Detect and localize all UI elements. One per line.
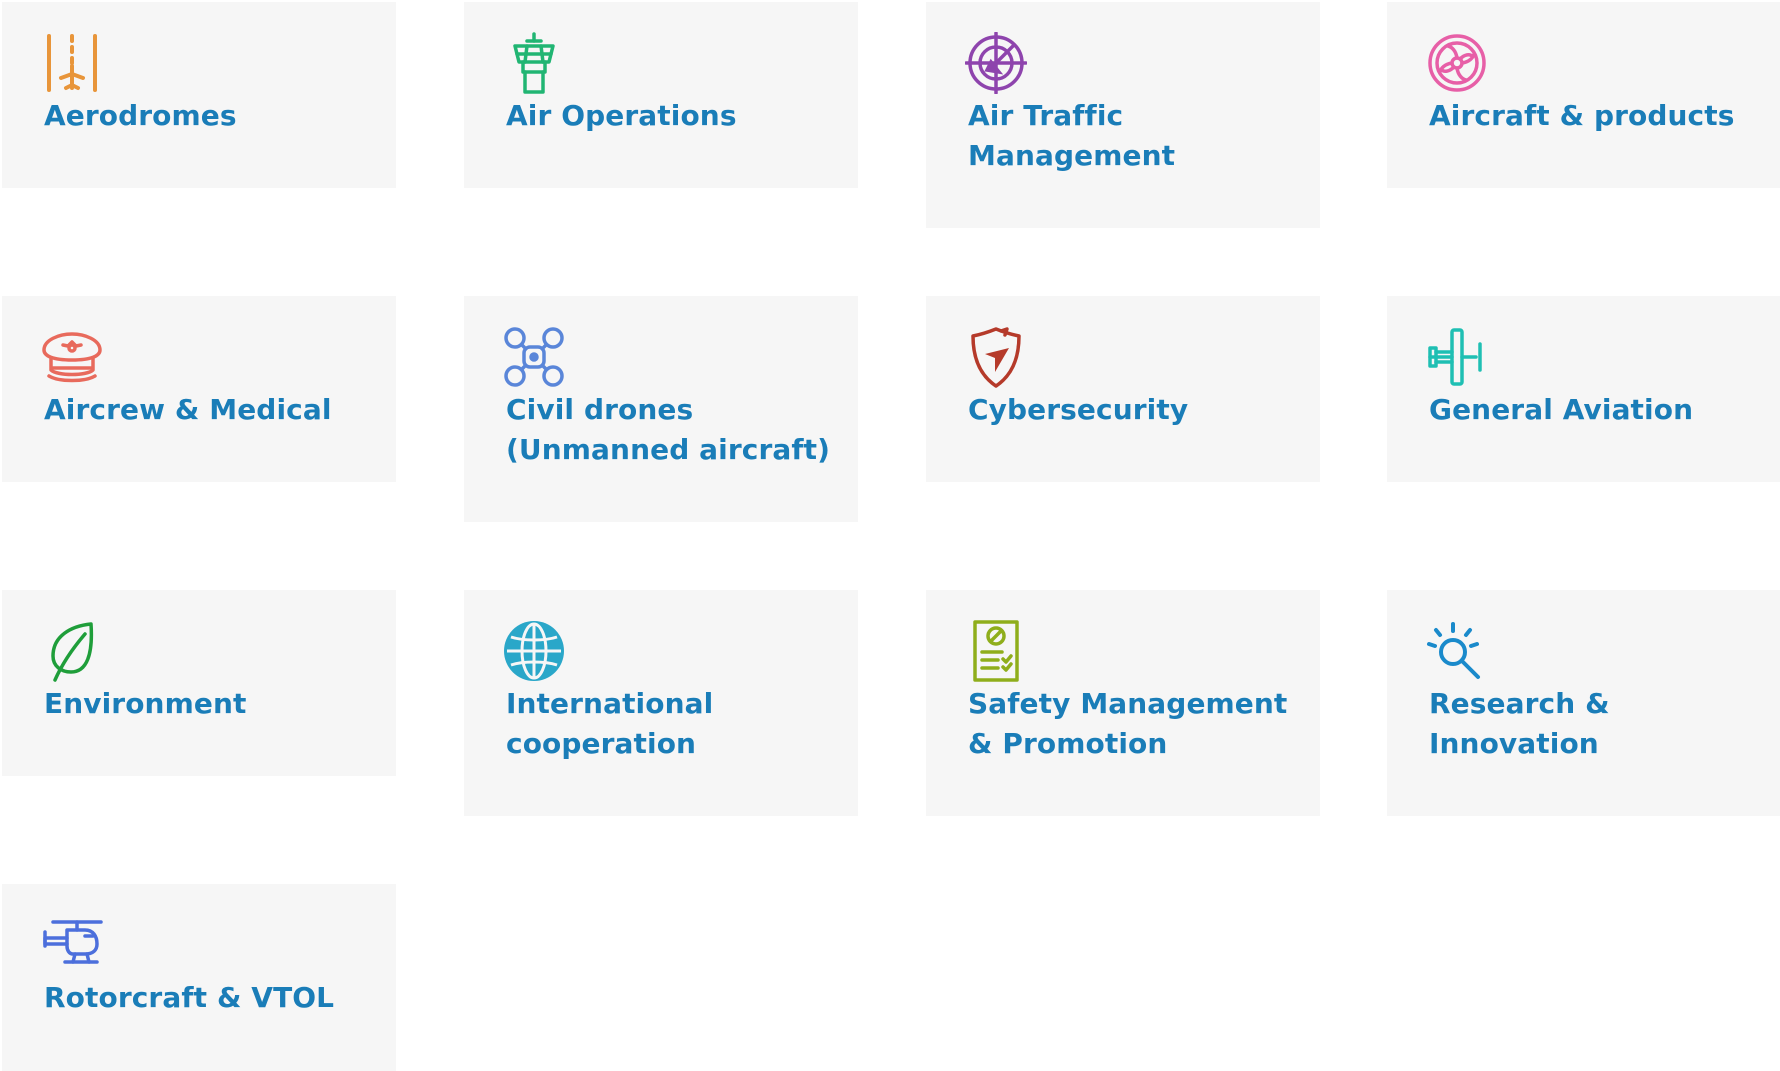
drone-icon [503, 326, 565, 388]
tile-label: Civil drones (Unmanned aircraft) [506, 393, 831, 466]
tile-label: Aircraft & products [1429, 99, 1735, 132]
tile-label: Cybersecurity [968, 393, 1189, 426]
tile-label: Aircrew & Medical [44, 393, 332, 426]
tile-label: Air Operations [506, 99, 737, 132]
tile-safety-management[interactable]: Safety Management & Promotion [926, 590, 1320, 816]
tile-environment[interactable]: Environment [2, 590, 396, 776]
magnifier-icon [1426, 620, 1488, 682]
tile-air-traffic-management[interactable]: Air Traffic Management [926, 2, 1320, 228]
tile-aircrew-medical[interactable]: Aircrew & Medical [2, 296, 396, 482]
tile-label: Research & Innovation [1429, 687, 1610, 760]
radar-icon [965, 32, 1027, 94]
tile-label: International cooperation [506, 687, 714, 760]
tile-label: Air Traffic Management [968, 99, 1176, 172]
runway-icon [41, 32, 103, 94]
propeller-plane-icon [1426, 326, 1488, 388]
tile-label: Aerodromes [44, 99, 237, 132]
control-tower-icon [503, 32, 565, 94]
turbine-icon [1426, 32, 1488, 94]
globe-icon [503, 620, 565, 682]
tile-aircraft-products[interactable]: Aircraft & products [1387, 2, 1780, 188]
tile-international-cooperation[interactable]: International cooperation [464, 590, 858, 816]
pilot-cap-icon [41, 326, 103, 388]
tile-air-operations[interactable]: Air Operations [464, 2, 858, 188]
tile-rotorcraft-vtol[interactable]: Rotorcraft & VTOL [2, 884, 396, 1071]
tile-aerodromes[interactable]: Aerodromes [2, 2, 396, 188]
tile-general-aviation[interactable]: General Aviation [1387, 296, 1780, 482]
helicopter-icon [41, 914, 103, 976]
tile-label: Rotorcraft & VTOL [44, 981, 335, 1014]
tile-civil-drones[interactable]: Civil drones (Unmanned aircraft) [464, 296, 858, 522]
tile-research-innovation[interactable]: Research & Innovation [1387, 590, 1780, 816]
tile-cybersecurity[interactable]: Cybersecurity [926, 296, 1320, 482]
leaf-icon [41, 620, 103, 682]
shield-icon [965, 326, 1027, 388]
tile-label: Safety Management & Promotion [968, 687, 1288, 760]
checklist-icon [965, 620, 1027, 682]
tile-label: Environment [44, 687, 247, 720]
tile-label: General Aviation [1429, 393, 1694, 426]
